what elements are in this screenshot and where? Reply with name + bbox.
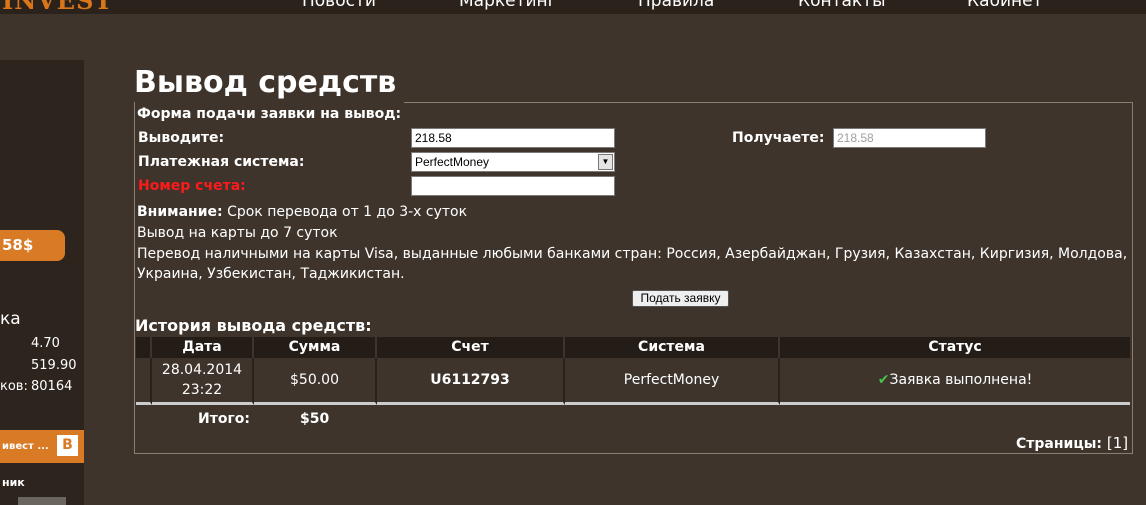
account-number-input[interactable]: [411, 176, 615, 196]
nav-contacts[interactable]: Контакты: [798, 0, 886, 11]
table-header-status: Статус: [780, 337, 1130, 358]
balance-badge: 58$: [0, 230, 65, 261]
site-logo[interactable]: INVEST: [2, 0, 113, 14]
payment-system-label: Платежная система:: [138, 154, 305, 170]
top-navbar: INVEST Новости Маркетинг Правила Контакт…: [0, 0, 1146, 14]
date-value: 28.04.2014: [161, 362, 243, 378]
nav-news[interactable]: Новости: [302, 0, 376, 11]
notice-line-4: Украина, Узбекистан, Таджикистан.: [137, 266, 405, 282]
table-cell-date: 28.04.2014 23:22: [152, 358, 254, 405]
status-text: Заявка выполнена!: [889, 372, 1033, 388]
table-cell: [136, 358, 152, 405]
sidebar-bottom-text: ник: [2, 476, 25, 489]
payment-system-select[interactable]: PerfectMoney ▼: [411, 152, 615, 172]
nav-rules[interactable]: Правила: [638, 0, 714, 11]
amount-input[interactable]: [411, 128, 615, 148]
pagination: Страницы: [1]: [1016, 434, 1128, 452]
payment-system-value: PerfectMoney: [415, 155, 490, 169]
table-header-cell: [136, 337, 152, 358]
account-number-label: Номер счета:: [138, 178, 246, 194]
table-cell-system: PerfectMoney: [565, 358, 780, 405]
right-edge: [1134, 14, 1146, 505]
history-title: История вывода средств:: [135, 316, 372, 335]
stats-label: ков:: [0, 379, 28, 394]
form-legend: Форма подачи заявки на вывод:: [137, 106, 402, 122]
time-value: 23:22: [181, 382, 223, 398]
stats-title: ка: [0, 309, 21, 329]
page-link[interactable]: [1]: [1107, 434, 1128, 452]
nav-marketing[interactable]: Маркетинг: [459, 0, 557, 11]
nav-cabinet[interactable]: Кабинет: [967, 0, 1043, 11]
sidebar-image: [18, 497, 66, 505]
checkmark-icon: ✔: [877, 372, 890, 388]
table-header-sum: Сумма: [254, 337, 377, 358]
table-cell-account: U6112793: [377, 358, 565, 405]
amount-label: Выводите:: [138, 130, 225, 146]
table-cell-sum: $50.00: [254, 358, 377, 405]
pages-label: Страницы:: [1016, 436, 1102, 452]
table-header-account: Счет: [377, 337, 565, 358]
fieldset-border: [404, 102, 1133, 103]
chevron-down-icon[interactable]: ▼: [598, 154, 613, 170]
stats-value: 519.90: [31, 358, 77, 373]
notice-bold: Внимание:: [137, 204, 223, 220]
receive-input: [833, 128, 986, 148]
total-value: $50: [300, 411, 330, 427]
page-title: Вывод средств: [134, 65, 397, 100]
receive-label: Получаете:: [732, 130, 825, 146]
table-header-date: Дата: [152, 337, 254, 358]
notice-line-3: Перевод наличными на карты Visa, выданны…: [137, 246, 1128, 262]
table-header-system: Система: [565, 337, 780, 358]
notice-line-1: Внимание: Срок перевода от 1 до 3-х суто…: [137, 204, 468, 220]
stats-value: 4.70: [31, 336, 60, 351]
table-cell-status: ✔Заявка выполнена!: [780, 358, 1130, 405]
submit-button[interactable]: Подать заявку: [632, 290, 729, 307]
total-label: Итого:: [198, 411, 250, 427]
stats-value: 80164: [31, 379, 73, 394]
notice-line-2: Вывод на карты до 7 суток: [137, 225, 338, 241]
vk-icon[interactable]: B: [57, 435, 78, 456]
